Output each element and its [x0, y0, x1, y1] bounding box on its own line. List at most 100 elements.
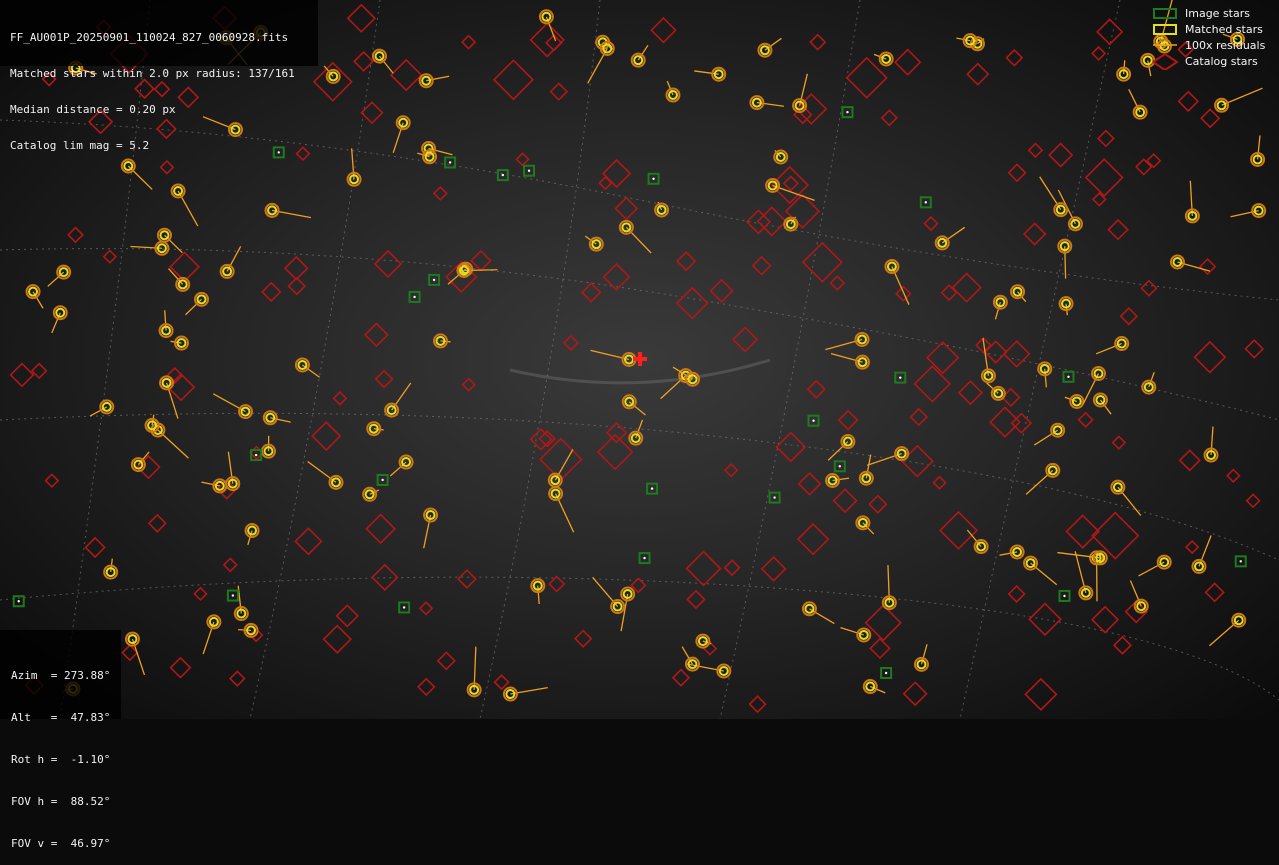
catalog-star: [348, 5, 375, 32]
catalog-star: [438, 652, 455, 669]
catalog-star: [420, 602, 432, 614]
catalog-star: [549, 577, 564, 592]
legend-catalog-stars: Catalog stars: [1153, 54, 1279, 70]
azimuth-text: Azim = 273.88°: [11, 669, 121, 683]
catalog-star: [834, 489, 857, 512]
legend-residuals: 100x residuals: [1153, 38, 1279, 54]
catalog-star: [1206, 583, 1224, 601]
image-star-dot: [925, 201, 927, 203]
image-star-dot: [502, 174, 504, 176]
image-star-dot: [232, 594, 234, 596]
catalog-star: [1180, 450, 1200, 470]
catalog-star: [365, 324, 388, 347]
catalog-star: [575, 631, 591, 647]
catalog-star: [673, 670, 689, 686]
residual-line: [440, 341, 450, 342]
catalog-star: [471, 251, 490, 270]
catalog-star: [808, 381, 825, 398]
image-star-dot: [812, 419, 814, 421]
catalog-star: [1024, 223, 1045, 244]
catalog-star: [1007, 50, 1023, 66]
catalog-star: [1186, 541, 1198, 553]
catalog-star: [784, 176, 798, 190]
catalog-star: [1079, 413, 1093, 427]
catalog-star: [1179, 92, 1198, 111]
catalog-star: [1097, 19, 1122, 44]
catalog-star: [870, 639, 889, 658]
catalog-star: [953, 274, 981, 302]
catalog-star: [324, 626, 351, 653]
catalog-star: [68, 228, 83, 243]
catalog-star: [725, 560, 740, 575]
catalog-star: [869, 496, 886, 513]
catalog-star: [418, 679, 434, 695]
catalog-star: [1098, 131, 1114, 147]
catalog-star: [462, 36, 475, 49]
catalog-star: [750, 696, 766, 712]
catalog-star: [86, 538, 105, 557]
catalog-star: [354, 52, 373, 71]
catalog-star: [1025, 679, 1056, 710]
catalog-star: [391, 60, 421, 90]
residual-line: [1026, 470, 1053, 494]
catalog-star: [687, 552, 721, 586]
red-cross-icon: [633, 352, 647, 366]
catalog-star: [604, 264, 630, 290]
catalog-star: [149, 515, 166, 532]
catalog-star: [924, 217, 937, 230]
catalog-star: [1201, 109, 1219, 127]
residual-line: [638, 45, 648, 60]
catalog-star: [551, 83, 567, 99]
legend-matched-stars: Matched stars: [1153, 22, 1279, 38]
catalog-star: [934, 477, 946, 489]
catalog-star: [11, 364, 34, 387]
catalog-star: [463, 379, 475, 391]
grid-line: [480, 0, 600, 719]
catalog-star: [376, 371, 393, 388]
yellow-square-icon: [1153, 22, 1179, 38]
catalog-star: [375, 251, 401, 277]
catalog-star: [616, 198, 637, 219]
catalog-star: [762, 557, 786, 581]
catalog-star: [942, 285, 957, 300]
residual-line: [464, 270, 498, 271]
orange-line-icon: [1153, 38, 1179, 54]
catalog-star: [599, 177, 611, 189]
grid-line: [960, 0, 1120, 719]
catalog-star: [1067, 515, 1099, 547]
residual-line: [538, 586, 539, 604]
catalog-star: [517, 153, 529, 165]
catalog-star: [337, 605, 358, 626]
legend-catalog-stars-label: Catalog stars: [1185, 55, 1258, 68]
residual-line: [555, 449, 573, 480]
catalog-star: [725, 464, 737, 476]
image-star-dot: [846, 111, 848, 113]
catalog-star: [1195, 342, 1226, 373]
catalog-star: [262, 283, 280, 301]
catalog-star: [1227, 470, 1239, 482]
image-star-dot: [1063, 595, 1065, 597]
catalog-star: [1092, 607, 1118, 633]
image-star-dot: [885, 672, 887, 674]
catalog-star: [990, 407, 1019, 436]
catalog-star: [733, 327, 757, 351]
catalog-star: [1200, 259, 1215, 274]
catalog-star: [1114, 637, 1131, 654]
green-square-icon: [1153, 6, 1179, 22]
rotation-text: Rot h = -1.10°: [11, 753, 121, 767]
image-star-dot: [449, 161, 451, 163]
catalog-star: [677, 252, 695, 270]
catalog-star: [334, 392, 347, 405]
grid-line: [720, 0, 860, 719]
catalog-star: [1086, 159, 1123, 196]
catalog-star: [494, 60, 533, 99]
catalog-star: [295, 528, 321, 554]
catalog-star: [1004, 341, 1029, 366]
matched-stars-text: Matched stars within 2.0 px radius: 137/…: [10, 68, 318, 80]
catalog-star: [1029, 604, 1060, 635]
catalog-star: [285, 257, 307, 279]
catalog-star: [1029, 144, 1042, 157]
image-star-dot: [255, 454, 257, 456]
image-star-dot: [773, 496, 775, 498]
image-star-dot: [652, 178, 654, 180]
